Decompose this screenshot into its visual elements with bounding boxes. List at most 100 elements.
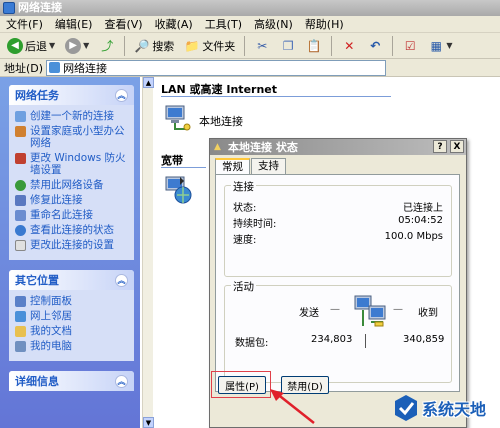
menu-advanced[interactable]: 高级(N) [254,16,293,32]
copy-icon: ❐ [282,38,294,53]
task-pane-scrollbar[interactable]: ▲ ▼ [142,77,154,428]
dialog-title-bar: ▲ 本地连接 状态 ? X [210,139,466,155]
place-network-neighborhood[interactable]: 网上邻居 [15,310,130,322]
collapse-chevron-icon[interactable]: ︽ [115,273,128,287]
task-create-connection[interactable]: 创建一个新的连接 [15,110,130,122]
activity-divider [365,334,366,348]
speed-label: 速度: [233,235,257,246]
chevron-down-icon[interactable]: ▼ [83,41,89,50]
menu-tools[interactable]: 工具(T) [205,16,242,32]
menu-bar: 文件(F) 编辑(E) 查看(V) 收藏(A) 工具(T) 高级(N) 帮助(H… [0,16,500,33]
settings-page-icon [15,240,26,251]
menu-help[interactable]: 帮助(H) [305,16,344,32]
status-icon [15,225,26,236]
local-connection-label: 本地连接 [199,115,243,128]
delete-x-icon: ✕ [344,38,355,53]
repair-icon [15,195,26,206]
broadband-connection-item[interactable] [163,175,193,205]
copy-button[interactable]: ❐ [277,35,299,57]
chevron-down-icon[interactable]: ▼ [446,41,452,50]
task-setup-home-network[interactable]: 设置家庭或小型办公网络 [15,125,130,149]
collapse-chevron-icon[interactable]: ︽ [115,88,128,102]
network-connection-icon: ▲ [214,141,221,152]
scroll-up-icon[interactable]: ▲ [143,77,154,88]
forward-arrow-icon: ▶ [65,37,82,54]
chevron-down-icon[interactable]: ▼ [49,41,55,50]
task-change-settings[interactable]: 更改此连接的设置 [15,239,130,251]
new-connection-icon [15,111,26,122]
group-divider [161,96,391,97]
task-rename-connection[interactable]: 重命名此连接 [15,209,130,221]
search-button[interactable]: 🔎 搜索 [131,35,177,57]
red-pointer-arrow-icon [270,389,315,424]
place-control-panel[interactable]: 控制面板 [15,295,130,307]
watermark-logo: 系统天地 [393,394,486,422]
group-broadband-heading: 宽带 [161,154,183,167]
task-disable-device[interactable]: 禁用此网络设备 [15,179,130,191]
scissors-icon: ✂ [257,38,268,53]
network-tasks-panel: 网络任务 ︽ 创建一个新的连接 设置家庭或小型办公网络 更改 Windows 防… [9,85,134,260]
task-repair-connection[interactable]: 修复此连接 [15,194,130,206]
back-label: 后退 [25,39,47,53]
task-view-status[interactable]: 查看此连接的状态 [15,224,130,236]
address-value: 网络连接 [63,61,108,75]
network-places-icon [15,311,26,322]
forward-button[interactable]: ▶ ▼ [62,35,92,57]
menu-file[interactable]: 文件(F) [6,16,43,32]
task-pane: 网络任务 ︽ 创建一个新的连接 设置家庭或小型办公网络 更改 Windows 防… [0,77,140,428]
tab-support[interactable]: 支持 [251,158,286,174]
properties-button[interactable]: 属性(P) [218,376,266,394]
task-label: 禁用此网络设备 [30,179,104,191]
folders-label: 文件夹 [202,39,236,53]
menu-edit[interactable]: 编辑(E) [55,16,93,32]
delete-button[interactable]: ✕ [338,35,360,57]
other-places-panel: 其它位置 ︽ 控制面板 网上邻居 我的文档 我的电脑 [9,270,134,361]
tab-general[interactable]: 常规 [215,158,250,175]
task-label: 创建一个新的连接 [30,110,114,122]
menu-favorites[interactable]: 收藏(A) [155,16,193,32]
address-bar: 地址(D) 网络连接 [0,59,500,77]
scroll-down-icon[interactable]: ▼ [143,417,154,428]
back-button[interactable]: ◀ 后退 ▼ [4,35,58,57]
activity-computers-icon [354,295,386,327]
undo-icon: ↶ [370,38,381,53]
folders-button[interactable]: 📁 文件夹 [181,35,238,57]
window-title-bar: 网络连接 [0,0,500,16]
toolbar-divider [331,35,333,56]
received-dash: — [393,304,403,315]
menu-view[interactable]: 查看(V) [104,16,142,32]
cut-button[interactable]: ✂ [251,35,273,57]
close-button[interactable]: X [450,140,464,153]
task-label: 重命名此连接 [30,209,93,221]
address-field[interactable]: 网络连接 [46,59,387,76]
network-connections-icon [3,2,15,14]
details-header[interactable]: 详细信息 ︽ [9,371,134,391]
undo-button[interactable]: ↶ [364,35,386,57]
up-button[interactable]: ⤴ [96,35,118,57]
network-tasks-header[interactable]: 网络任务 ︽ [9,85,134,105]
sent-dash: — [330,304,340,315]
received-label: 收到 [418,308,438,319]
activity-group-label: 活动 [231,279,256,294]
place-label: 我的文档 [30,325,72,337]
help-button[interactable]: ? [433,140,447,153]
local-connection-item[interactable]: 本地连接 [163,103,243,133]
place-my-documents[interactable]: 我的文档 [15,325,130,337]
place-my-computer[interactable]: 我的电脑 [15,340,130,352]
views-button[interactable]: ▦ ▼ [425,35,455,57]
collapse-chevron-icon[interactable]: ︽ [115,374,128,388]
task-label: 查看此连接的状态 [30,224,114,236]
properties-toolbar-button[interactable]: ☑ [399,35,421,57]
other-places-header[interactable]: 其它位置 ︽ [9,270,134,290]
task-label: 更改 Windows 防火墙设置 [30,152,126,176]
other-places-list: 控制面板 网上邻居 我的文档 我的电脑 [9,290,134,361]
speed-value: 100.0 Mbps [384,231,443,242]
task-firewall-settings[interactable]: 更改 Windows 防火墙设置 [15,152,130,176]
paste-button[interactable]: 📋 [303,35,325,57]
duration-value: 05:04:52 [398,215,443,226]
connection-group-label: 连接 [231,179,256,194]
general-tab-page: 连接 状态: 已连接上 持续时间: 05:04:52 速度: 100.0 Mbp… [215,174,460,392]
site-logo-icon [395,395,417,421]
my-documents-icon [15,326,26,337]
views-icon: ▦ [430,38,442,53]
